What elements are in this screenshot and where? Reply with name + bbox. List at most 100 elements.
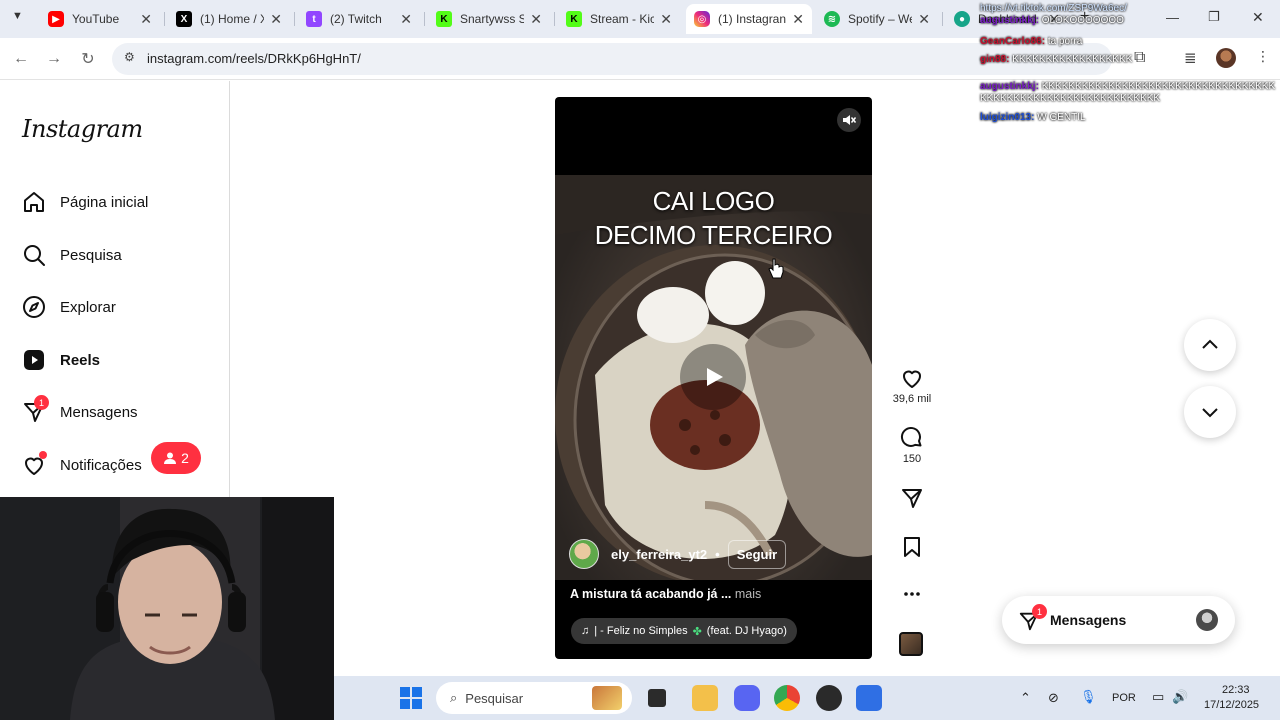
chevron-up-icon [1202, 339, 1218, 349]
discord-icon[interactable] [734, 685, 760, 711]
site-settings-icon[interactable]: ⚙ [124, 50, 135, 64]
messages-pill-label: Mensagens [1050, 612, 1127, 628]
clock-time[interactable]: 22:33 [1222, 684, 1250, 696]
volume-icon[interactable]: 🔊 [1172, 689, 1188, 705]
tab-twitch[interactable]: t (2) Twitch ✕ [298, 4, 420, 34]
sidebar-item-home[interactable]: Página inicial [22, 187, 148, 217]
chat-text: ta porra [1047, 36, 1083, 47]
chat-text: KKKKKKKKKKKKKKKKKK [1012, 53, 1133, 65]
heart-icon [22, 451, 47, 477]
chat-text: https://vt.tiktok.com/ZSP9Wa6ec/ [980, 3, 1127, 14]
notification-dot [39, 451, 47, 459]
chat-text: OLOKOOOOOOO [1041, 14, 1124, 26]
tab-instagram[interactable]: ◎ (1) Instagran ✕ [686, 4, 812, 34]
close-icon[interactable]: ✕ [530, 11, 542, 28]
back-button[interactable]: ← [10, 48, 32, 70]
compass-icon [22, 295, 46, 319]
chat-message: luigizin013: W GENTIL [980, 112, 1280, 124]
author-username[interactable]: ely_ferreira_yt2 [611, 547, 707, 562]
previous-reel-button[interactable] [1184, 319, 1236, 371]
follow-button[interactable]: Seguir [727, 539, 787, 569]
notification-pill[interactable]: 2 [151, 442, 201, 474]
tray-chevron-icon[interactable]: ⌃ [1020, 690, 1031, 706]
messages-pill-avatar [1196, 609, 1218, 631]
reload-button[interactable]: ↻ [77, 48, 99, 70]
obs-icon[interactable] [816, 685, 842, 711]
app-icon[interactable] [856, 685, 882, 711]
close-icon[interactable]: ✕ [270, 11, 282, 28]
reel-player[interactable]: CAI LOGO DECIMO TERCEIRO ely_ferreira_yt… [555, 97, 872, 659]
sidebar-item-label: Pesquisa [60, 246, 122, 264]
next-reel-button[interactable] [1184, 386, 1236, 438]
sidebar-item-explore[interactable]: Explorar [22, 292, 116, 322]
tab-search-button[interactable]: ▼ [12, 10, 30, 28]
kick-icon: K [566, 11, 582, 27]
display-icon[interactable]: ▭ [1152, 689, 1164, 705]
user-icon [164, 452, 177, 464]
language-indicator[interactable]: POR [1112, 692, 1136, 704]
sidebar-item-reels[interactable]: Reels [22, 345, 100, 375]
tab-separator [424, 12, 425, 26]
more-link[interactable]: mais [735, 587, 761, 601]
tab-label: Stream - Kic [590, 12, 655, 26]
tab-kick-stream[interactable]: K Stream - Kic ✕ [558, 4, 680, 34]
sidebar-item-notifications[interactable]: Notificações [22, 450, 142, 480]
taskbar-search[interactable]: ⌕ Pesquisar [436, 682, 632, 714]
sidebar-item-label: Notificações [60, 456, 142, 474]
audio-thumbnail[interactable] [899, 632, 923, 656]
chat-message: gin88: KKKKKKKKKKKKKKKKKK [980, 54, 1280, 66]
task-view-icon[interactable] [648, 689, 666, 707]
spotify-icon: ≋ [824, 11, 840, 27]
windows-start-icon[interactable] [400, 687, 422, 709]
tab-x[interactable]: X (1) Home / X ✕ [168, 4, 290, 34]
messages-badge: 1 [34, 395, 49, 410]
instagram-icon: ◎ [694, 11, 710, 27]
chat-username: augustinkkj: [980, 81, 1039, 92]
microphone-icon[interactable]: 🎙 [1080, 689, 1097, 705]
close-icon[interactable]: ✕ [140, 11, 152, 28]
close-icon[interactable]: ✕ [660, 11, 672, 28]
tab-separator [164, 12, 165, 26]
more-icon [904, 592, 920, 596]
comment-action[interactable]: 150 [890, 426, 934, 465]
sidebar-item-label: Reels [60, 351, 101, 369]
address-bar[interactable]: ⚙ instagram.com/reels/DRkKp6HgHnT/ [112, 43, 1112, 75]
url-text: instagram.com/reels/DRkKp6HgHnT/ [147, 51, 361, 66]
reels-icon [22, 348, 46, 372]
music-title: | - Feliz no Simples [594, 625, 688, 637]
close-icon[interactable]: ✕ [400, 11, 412, 28]
like-action[interactable]: 39,6 mil [890, 366, 934, 405]
tab-spotify[interactable]: ≋ Spotify – We ✕ [816, 4, 938, 34]
mute-button[interactable] [837, 108, 861, 132]
messages-pill[interactable]: 1 Mensagens [1002, 596, 1235, 644]
clock-date[interactable]: 17/12/2025 [1204, 699, 1259, 711]
sidebar-item-messages[interactable]: 1 Mensagens [22, 395, 138, 427]
send-icon [902, 489, 922, 508]
tray-network-icon[interactable]: ⊘ [1048, 690, 1059, 706]
tab-kick-snartywss[interactable]: K Snartywss St ✕ [428, 4, 550, 34]
tab-youtube[interactable]: ▶ YouTube ✕ [40, 4, 160, 34]
author-avatar[interactable] [569, 539, 599, 569]
music-pill[interactable]: ♫ | - Feliz no Simples ✤ (feat. DJ Hyago… [571, 618, 797, 644]
chat-message: augustinkkj: OLOKOOOOOOO [980, 15, 1280, 27]
more-options-action[interactable] [890, 584, 934, 607]
forward-button[interactable]: → [43, 48, 65, 70]
clover-icon: ✤ [692, 625, 702, 638]
save-action[interactable] [890, 535, 934, 562]
tab-separator [554, 12, 555, 26]
instagram-logo[interactable]: Instagram [22, 115, 143, 143]
reel-description: A mistura tá acabando já ... mais [570, 587, 761, 601]
like-count: 39,6 mil [892, 393, 932, 405]
tab-label: (1) Home / X [200, 12, 265, 26]
speaker-muted-icon [843, 115, 856, 125]
close-icon[interactable]: ✕ [792, 11, 804, 28]
dashboard-icon: ● [954, 11, 970, 27]
music-note-icon: ♫ [581, 625, 590, 637]
share-action[interactable] [890, 486, 934, 513]
close-icon[interactable]: ✕ [918, 11, 930, 28]
chrome-icon[interactable] [774, 685, 800, 711]
file-explorer-icon[interactable] [692, 685, 718, 711]
tab-label: Spotify – We [848, 12, 913, 26]
sidebar-item-search[interactable]: Pesquisa [22, 240, 122, 270]
play-button[interactable] [680, 344, 746, 410]
